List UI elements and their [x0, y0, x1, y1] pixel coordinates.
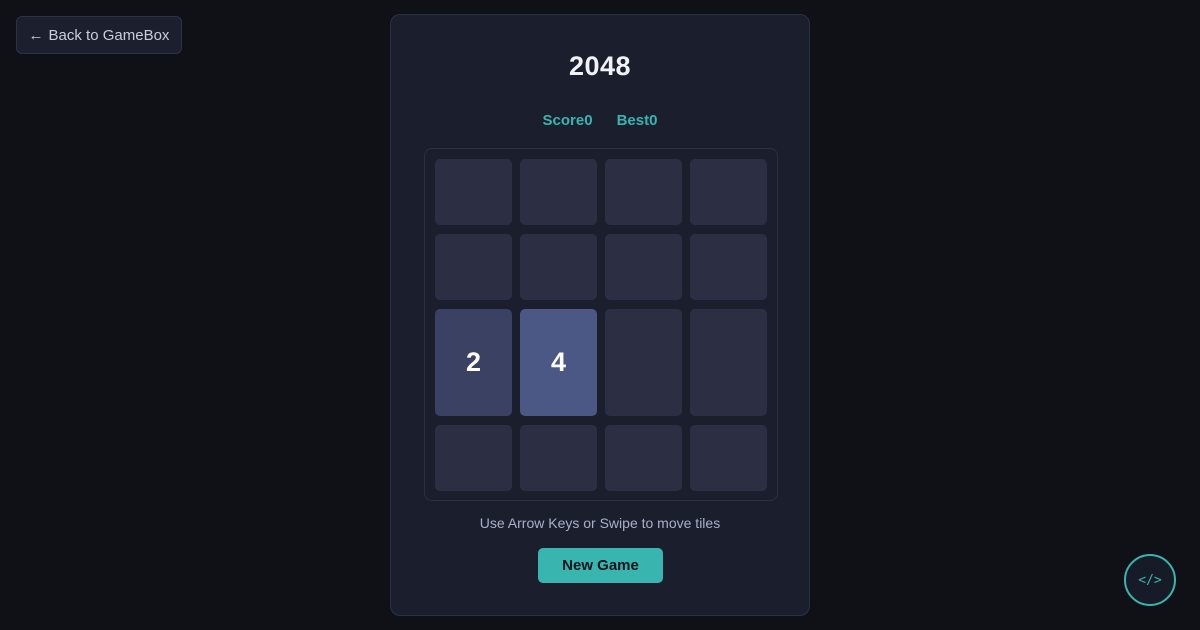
code-icon[interactable]: </>	[1124, 554, 1176, 606]
empty-cell	[520, 234, 597, 300]
best-label: Best	[616, 112, 650, 129]
back-to-gamebox-button[interactable]: ← Back to GameBox	[16, 16, 182, 54]
empty-cell	[520, 425, 597, 491]
back-button-label: Back to GameBox	[48, 26, 170, 44]
empty-cell	[435, 425, 512, 491]
instructions-text: Use Arrow Keys or Swipe to move tiles	[479, 515, 721, 531]
game-board[interactable]: 24	[424, 148, 778, 501]
score-label: Score	[542, 112, 585, 129]
score-bar: Score 0 Best 0	[391, 112, 809, 129]
game-card: 2048 Score 0 Best 0 24 Use Arrow Keys or S…	[390, 14, 810, 616]
empty-cell	[435, 234, 512, 300]
game-title: 2048	[568, 51, 632, 81]
tile-2: 2	[435, 309, 512, 416]
best-value: 0	[649, 112, 658, 129]
empty-cell	[520, 159, 597, 225]
empty-cell	[690, 425, 767, 491]
empty-cell	[690, 309, 767, 416]
arrow-left-icon: ←	[28, 26, 44, 44]
score-value: 0	[584, 112, 593, 129]
empty-cell	[605, 309, 682, 416]
empty-cell	[435, 159, 512, 225]
best-display: Best 0	[617, 112, 658, 129]
new-game-button[interactable]: New Game	[538, 548, 663, 583]
score-display: Score 0	[543, 112, 593, 129]
tile-4: 4	[520, 309, 597, 416]
empty-cell	[605, 425, 682, 491]
empty-cell	[605, 234, 682, 300]
empty-cell	[690, 234, 767, 300]
empty-cell	[605, 159, 682, 225]
empty-cell	[690, 159, 767, 225]
